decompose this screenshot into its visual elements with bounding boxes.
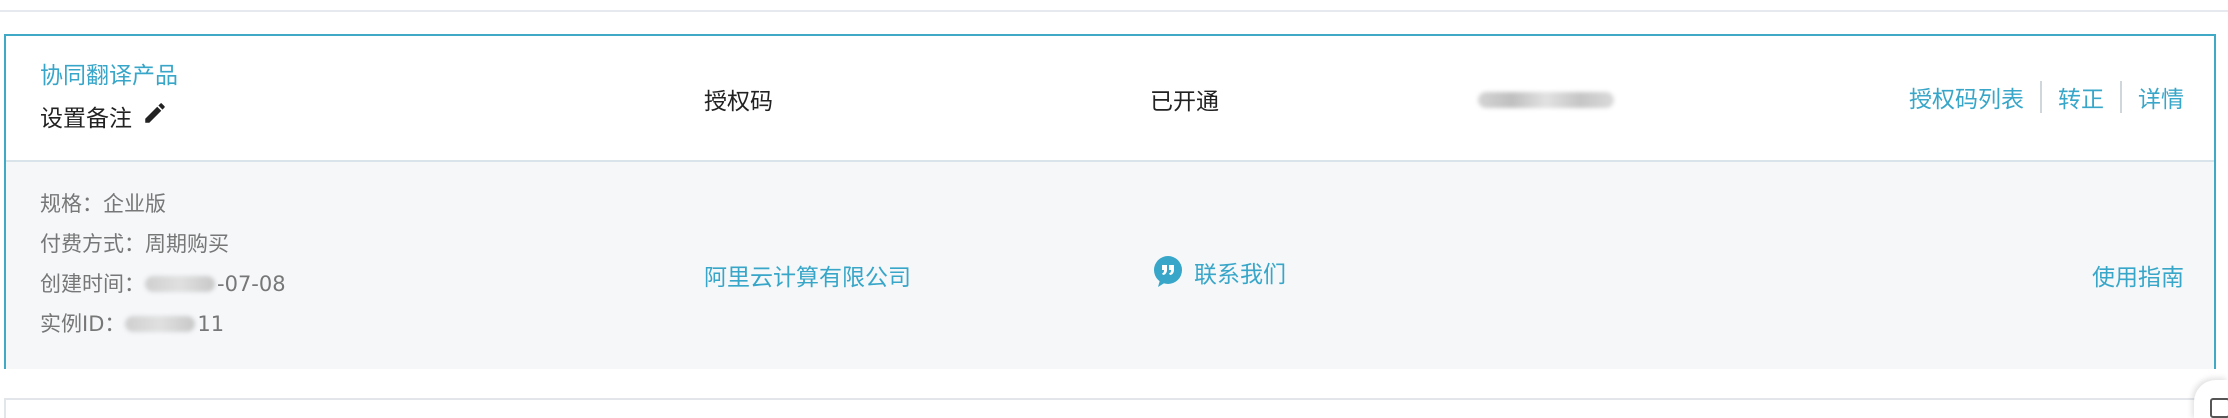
license-list-link[interactable]: 授权码列表 (1909, 80, 2024, 114)
created-value: -07-08 (217, 272, 286, 296)
payment-label: 付费方式： (40, 232, 145, 256)
instance-id-value: 11 (197, 312, 225, 336)
redacted-date-prefix (145, 276, 215, 292)
floating-widget[interactable] (2194, 380, 2228, 418)
page: 协同翻译产品 设置备注 授权码 已开通 授权码列表 转正 详情 规格： 企业版 … (0, 0, 2228, 418)
spec-row: 规格： 企业版 (40, 184, 286, 224)
status-label: 已开通 (1150, 89, 1219, 115)
company-link[interactable]: 阿里云计算有限公司 (704, 258, 911, 292)
payment-row: 付费方式： 周期购买 (40, 224, 286, 264)
spec-value: 企业版 (103, 192, 166, 216)
product-name-link[interactable]: 协同翻译产品 (40, 56, 178, 90)
contact-us-link[interactable]: 联系我们 (1150, 254, 1286, 290)
instance-actions: 授权码列表 转正 详情 (1909, 80, 2184, 114)
created-label: 创建时间： (40, 272, 145, 296)
pencil-icon (142, 100, 168, 132)
spec-label: 规格： (40, 192, 103, 216)
window-icon (2210, 398, 2228, 418)
details-link[interactable]: 详情 (2138, 80, 2184, 114)
divider (2120, 81, 2122, 113)
previous-card-bottom (0, 0, 2228, 12)
instance-id-label: 实例ID： (40, 312, 126, 336)
instance-card: 协同翻译产品 设置备注 授权码 已开通 授权码列表 转正 详情 规格： 企业版 … (4, 34, 2216, 369)
payment-value: 周期购买 (145, 232, 229, 256)
set-remark-button[interactable]: 设置备注 (40, 99, 168, 133)
remark-label: 设置备注 (40, 106, 132, 132)
spec-list: 规格： 企业版 付费方式： 周期购买 创建时间： -07-08 实例ID： 11 (40, 184, 286, 344)
redacted-id-prefix (125, 316, 196, 332)
next-card-top (4, 398, 2216, 418)
redacted-value (1478, 92, 1614, 108)
instance-card-header: 协同翻译产品 设置备注 授权码 已开通 授权码列表 转正 详情 (6, 36, 2214, 162)
divider (2040, 81, 2042, 113)
contact-label: 联系我们 (1194, 262, 1286, 288)
instance-card-details: 规格： 企业版 付费方式： 周期购买 创建时间： -07-08 实例ID： 11 (6, 162, 2214, 369)
instance-id-row: 实例ID： 11 (40, 304, 286, 344)
convert-link[interactable]: 转正 (2058, 80, 2104, 114)
auth-type-label: 授权码 (704, 89, 773, 115)
user-guide-link[interactable]: 使用指南 (2092, 258, 2184, 292)
quote-bubble-icon (1150, 254, 1186, 290)
created-row: 创建时间： -07-08 (40, 264, 286, 304)
